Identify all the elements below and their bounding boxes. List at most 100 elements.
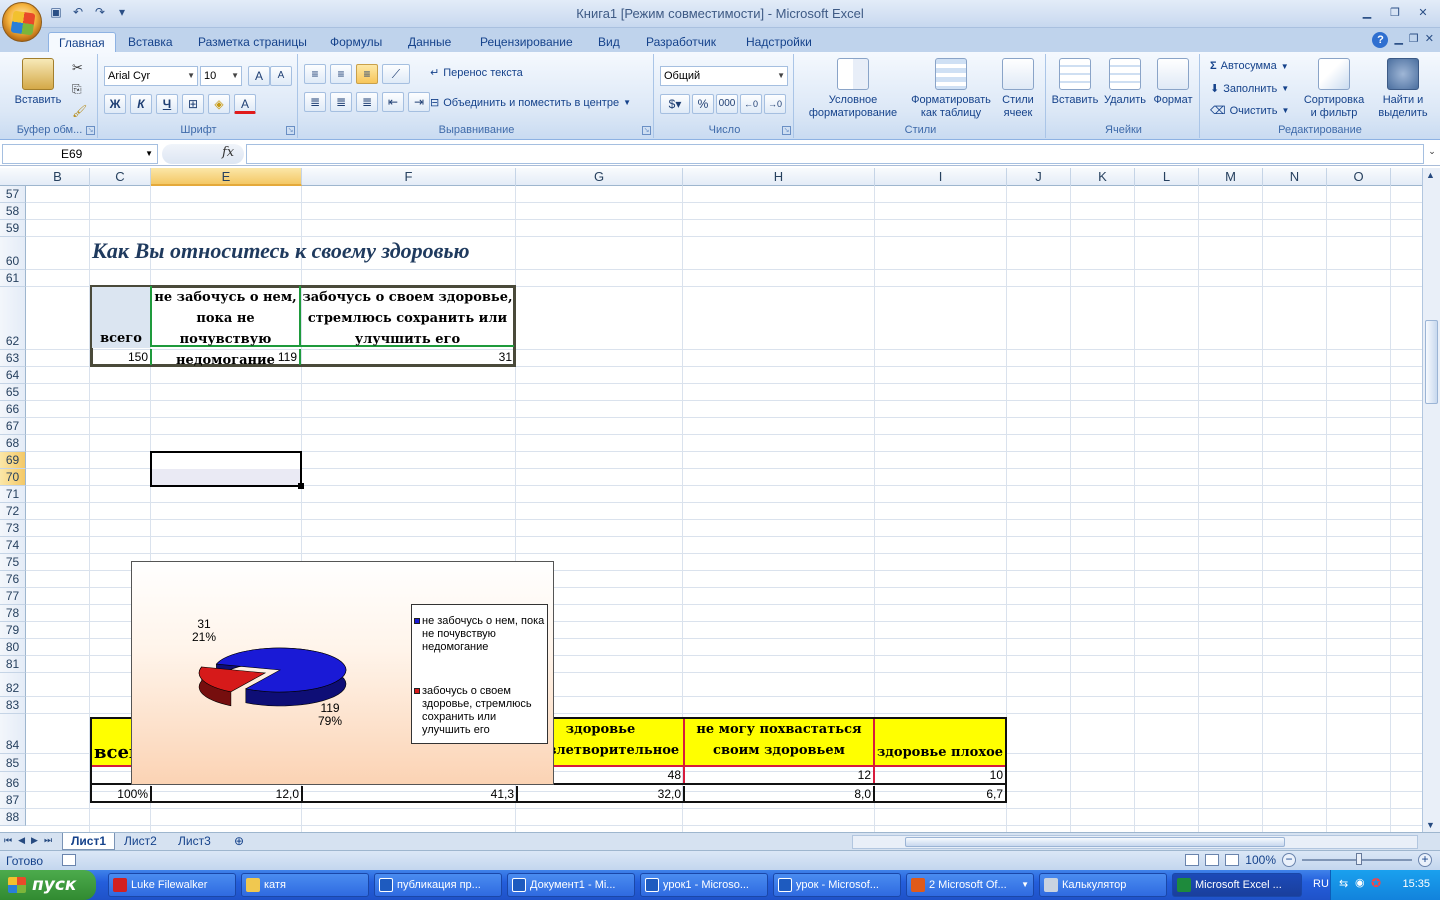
currency-icon[interactable]: $▾ [660, 94, 690, 114]
format-painter-icon[interactable]: 🖌 [72, 104, 87, 118]
column-header-l[interactable]: L [1135, 168, 1199, 186]
row-header-68[interactable]: 68 [0, 435, 26, 452]
orientation-icon[interactable]: ⟋ [382, 64, 410, 84]
increase-indent-icon[interactable]: ⇥ [408, 92, 430, 112]
row-header-72[interactable]: 72 [0, 503, 26, 520]
next-sheet-icon[interactable]: ▶ [31, 835, 38, 846]
borders-icon[interactable]: ⊞ [182, 94, 204, 114]
grow-font-icon[interactable]: A [248, 66, 270, 86]
page-break-view-icon[interactable] [1225, 854, 1240, 866]
copy-icon[interactable]: ⎘ [72, 82, 82, 97]
selected-range[interactable] [150, 451, 302, 487]
cut-icon[interactable]: ✂ [72, 60, 83, 76]
sort-filter-button[interactable]: Сортировка и фильтр [1300, 58, 1368, 120]
tab-formulas[interactable]: Формулы [320, 32, 392, 52]
fill-button[interactable]: ⬇ Заполнить ▼ [1210, 82, 1289, 96]
row-header-58[interactable]: 58 [0, 203, 26, 220]
clipboard-launcher-icon[interactable]: ↘ [86, 126, 95, 135]
fill-handle[interactable] [298, 483, 304, 489]
wrap-text-button[interactable]: ↵ Перенос текста [430, 66, 523, 80]
column-header-e[interactable]: E [151, 168, 302, 186]
row-header-86[interactable]: 86 [0, 772, 26, 792]
autosum-button[interactable]: Σ Автосумма ▼ [1210, 60, 1289, 72]
task-lesson1[interactable]: урок1 - Microso... [640, 873, 768, 897]
align-right-icon[interactable]: ≣ [356, 92, 378, 112]
delete-cells-button[interactable]: Удалить [1102, 58, 1148, 107]
sheet-tab-3[interactable]: Лист3 [170, 833, 219, 850]
zoom-in-icon[interactable]: + [1418, 853, 1432, 867]
vertical-scroll-thumb[interactable] [1425, 320, 1438, 404]
column-header-f[interactable]: F [302, 168, 516, 186]
scroll-up-icon[interactable]: ▲ [1426, 170, 1435, 180]
zoom-slider-thumb[interactable] [1356, 853, 1362, 865]
tab-home[interactable]: Главная [48, 32, 116, 52]
volume-icon[interactable]: ◉ [1355, 876, 1365, 889]
first-sheet-icon[interactable]: ⏮ [4, 835, 12, 846]
insert-cells-button[interactable]: Вставить [1050, 58, 1100, 107]
row-header-79[interactable]: 79 [0, 622, 26, 639]
column-header-j[interactable]: J [1007, 168, 1071, 186]
paste-button[interactable]: Вставить [8, 58, 68, 107]
underline-button[interactable]: Ч [156, 94, 178, 114]
name-box[interactable]: E69 ▼ [2, 144, 158, 164]
alignment-launcher-icon[interactable]: ↘ [642, 126, 651, 135]
normal-view-icon[interactable] [1185, 854, 1200, 866]
row-header-85[interactable]: 85 [0, 754, 26, 772]
language-indicator[interactable]: RU [1313, 878, 1329, 890]
row-header-64[interactable]: 64 [0, 367, 26, 384]
pie-chart[interactable]: 31 21% 119 79% не забочусь о нем, пока н… [131, 561, 554, 785]
network-icon[interactable]: ⇆ [1339, 877, 1348, 890]
task-folder[interactable]: катя [241, 873, 369, 897]
percent-button[interactable]: % [692, 94, 714, 114]
column-header-o[interactable]: O [1327, 168, 1391, 186]
tab-data[interactable]: Данные [398, 32, 461, 52]
row-header-63[interactable]: 63 [0, 350, 26, 367]
task-luke-filewalker[interactable]: Luke Filewalker [108, 873, 236, 897]
row-header-84[interactable]: 84 [0, 714, 26, 754]
horizontal-scrollbar[interactable] [852, 835, 1418, 849]
shrink-font-icon[interactable]: A [270, 66, 292, 86]
bold-button[interactable]: Ж [104, 94, 126, 114]
tab-review[interactable]: Рецензирование [470, 32, 583, 52]
zoom-slider[interactable] [1302, 853, 1412, 865]
sheet-tab-2[interactable]: Лист2 [116, 833, 165, 850]
row-header-62[interactable]: 62 [0, 287, 26, 350]
minimize-button[interactable]: ▁ [1354, 4, 1380, 22]
task-calculator[interactable]: Калькулятор [1039, 873, 1167, 897]
font-color-icon[interactable]: A [234, 94, 256, 114]
row-header-61[interactable]: 61 [0, 270, 26, 287]
scroll-down-icon[interactable]: ▼ [1426, 820, 1435, 830]
align-bottom-icon[interactable]: ≡ [356, 64, 378, 84]
doc-restore-button[interactable]: ❐ [1409, 32, 1419, 48]
row-header-87[interactable]: 87 [0, 792, 26, 809]
row-header-73[interactable]: 73 [0, 520, 26, 537]
align-left-icon[interactable]: ≣ [304, 92, 326, 112]
column-header-k[interactable]: K [1071, 168, 1135, 186]
tab-insert[interactable]: Вставка [118, 32, 183, 52]
conditional-formatting-button[interactable]: Условное форматирование [798, 58, 908, 120]
decrease-indent-icon[interactable]: ⇤ [382, 92, 404, 112]
row-header-57[interactable]: 57 [0, 186, 26, 203]
macro-record-icon[interactable] [62, 854, 76, 866]
formula-input[interactable] [246, 144, 1424, 164]
row-header-59[interactable]: 59 [0, 220, 26, 237]
row-header-81[interactable]: 81 [0, 656, 26, 673]
tab-developer[interactable]: Разработчик [636, 32, 726, 52]
doc-close-button[interactable]: ✕ [1425, 32, 1434, 48]
row-header-71[interactable]: 71 [0, 486, 26, 503]
sheet-tab-1[interactable]: Лист1 [62, 833, 116, 850]
merge-center-button[interactable]: ⊟ Объединить и поместить в центре ▼ [430, 96, 631, 110]
expand-formula-bar-icon[interactable]: ⌄ [1426, 146, 1438, 162]
column-header-b[interactable]: B [26, 168, 90, 186]
task-microsoft-office-group[interactable]: 2 Microsoft Of... ▼ [906, 873, 1034, 897]
row-header-69[interactable]: 69 [0, 452, 26, 469]
tab-addins[interactable]: Надстройки [736, 32, 822, 52]
clock[interactable]: 15:35 [1402, 878, 1430, 890]
format-cells-button[interactable]: Формат [1148, 58, 1198, 107]
find-select-button[interactable]: Найти и выделить [1370, 58, 1436, 120]
fill-color-icon[interactable]: ◈ [208, 94, 230, 114]
row-header-60[interactable]: 60 [0, 237, 26, 270]
font-name-combo[interactable]: Arial Cyr ▼ [104, 66, 198, 86]
last-sheet-icon[interactable]: ⏭ [44, 835, 52, 846]
row-header-75[interactable]: 75 [0, 554, 26, 571]
